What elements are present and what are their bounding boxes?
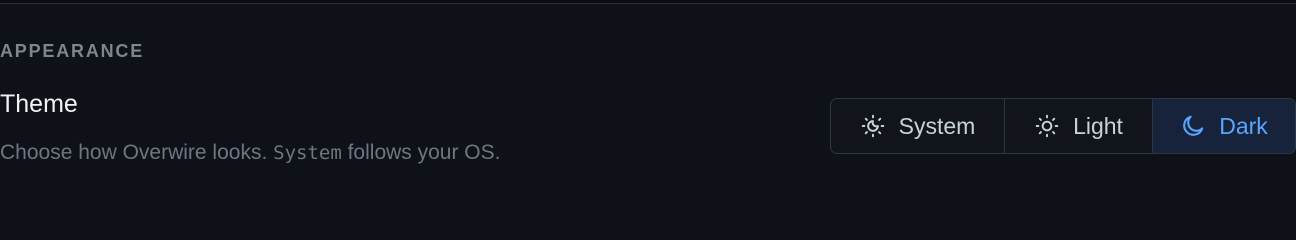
setting-description: Choose how Overwire looks. System follow… <box>0 140 501 166</box>
theme-option-system[interactable]: System <box>831 99 1004 153</box>
moon-icon <box>1180 113 1206 139</box>
description-code: System <box>273 142 342 164</box>
theme-option-light[interactable]: Light <box>1004 99 1152 153</box>
section-heading: APPEARANCE <box>0 41 145 61</box>
description-text: Choose how Overwire looks. <box>0 141 274 164</box>
sun-icon <box>1034 113 1060 139</box>
sun-moon-icon <box>860 113 886 139</box>
top-divider <box>0 0 1296 4</box>
theme-option-dark-label: Dark <box>1219 112 1268 139</box>
theme-option-light-label: Light <box>1073 112 1123 139</box>
theme-option-dark[interactable]: Dark <box>1152 99 1295 153</box>
description-text-end: follows your OS. <box>341 141 501 164</box>
theme-segmented-control: System Light Dark <box>830 98 1296 154</box>
theme-option-system-label: System <box>898 112 976 139</box>
setting-title: Theme <box>0 90 78 118</box>
